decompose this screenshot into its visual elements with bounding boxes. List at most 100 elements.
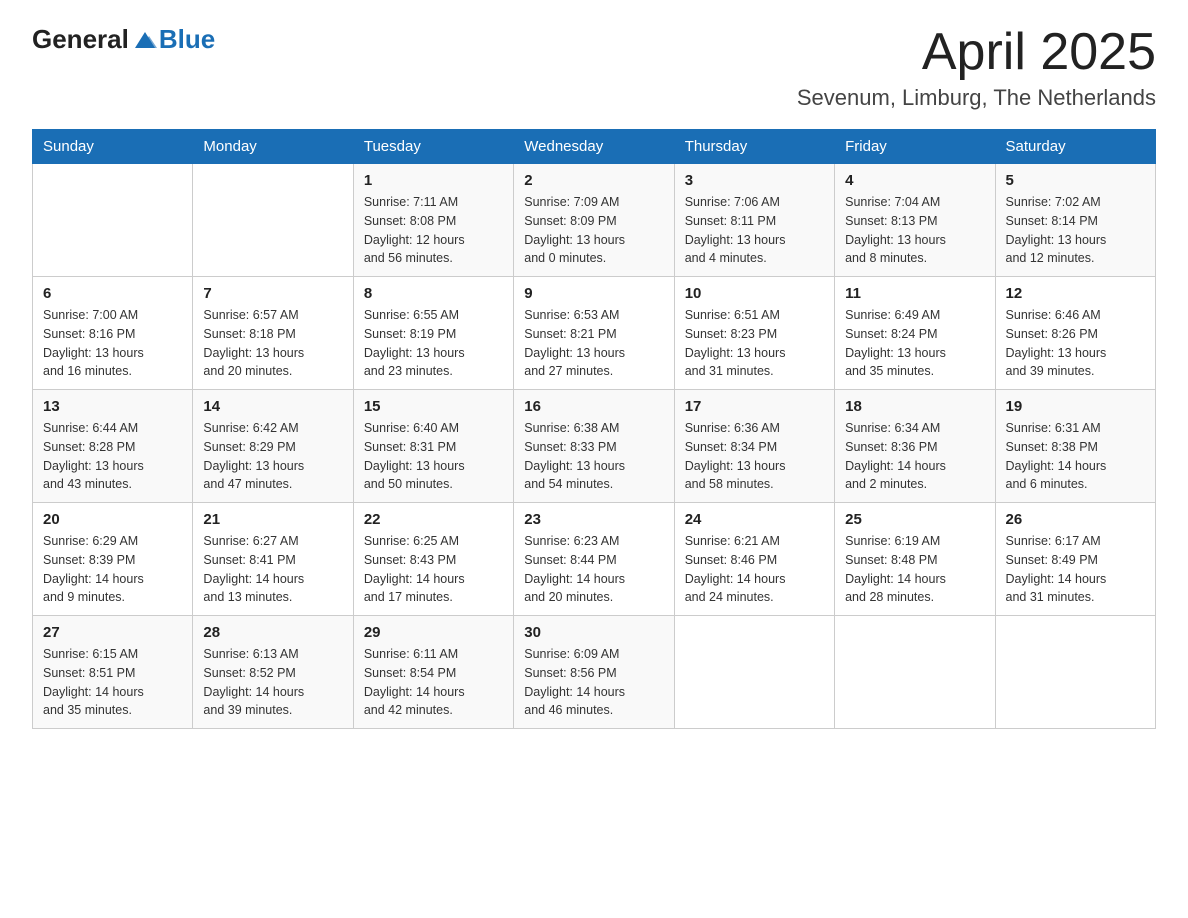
day-info: Sunrise: 6:25 AMSunset: 8:43 PMDaylight:… <box>364 532 503 607</box>
logo-general-text: General <box>32 24 129 55</box>
day-info: Sunrise: 6:38 AMSunset: 8:33 PMDaylight:… <box>524 419 663 494</box>
day-info: Sunrise: 6:13 AMSunset: 8:52 PMDaylight:… <box>203 645 342 720</box>
calendar-cell: 16 Sunrise: 6:38 AMSunset: 8:33 PMDayligh… <box>514 390 674 503</box>
day-number: 21 <box>203 511 342 528</box>
calendar-cell: 17 Sunrise: 6:36 AMSunset: 8:34 PMDayligh… <box>674 390 834 503</box>
calendar-header-friday: Friday <box>835 130 995 164</box>
day-info: Sunrise: 6:21 AMSunset: 8:46 PMDaylight:… <box>685 532 824 607</box>
day-number: 16 <box>524 398 663 415</box>
calendar-cell: 7 Sunrise: 6:57 AMSunset: 8:18 PMDaylight… <box>193 277 353 390</box>
calendar-cell: 5 Sunrise: 7:02 AMSunset: 8:14 PMDaylight… <box>995 164 1155 277</box>
calendar-cell: 2 Sunrise: 7:09 AMSunset: 8:09 PMDaylight… <box>514 164 674 277</box>
day-number: 20 <box>43 511 182 528</box>
day-number: 6 <box>43 285 182 302</box>
day-number: 3 <box>685 172 824 189</box>
calendar-header-wednesday: Wednesday <box>514 130 674 164</box>
calendar-cell: 1 Sunrise: 7:11 AMSunset: 8:08 PMDaylight… <box>353 164 513 277</box>
calendar-cell: 10 Sunrise: 6:51 AMSunset: 8:23 PMDayligh… <box>674 277 834 390</box>
day-info: Sunrise: 6:51 AMSunset: 8:23 PMDaylight:… <box>685 306 824 381</box>
calendar-cell <box>835 616 995 729</box>
day-info: Sunrise: 6:29 AMSunset: 8:39 PMDaylight:… <box>43 532 182 607</box>
calendar-header-saturday: Saturday <box>995 130 1155 164</box>
day-info: Sunrise: 7:00 AMSunset: 8:16 PMDaylight:… <box>43 306 182 381</box>
day-number: 11 <box>845 285 984 302</box>
day-info: Sunrise: 6:31 AMSunset: 8:38 PMDaylight:… <box>1006 419 1145 494</box>
day-info: Sunrise: 6:17 AMSunset: 8:49 PMDaylight:… <box>1006 532 1145 607</box>
day-number: 28 <box>203 624 342 641</box>
calendar-cell: 13 Sunrise: 6:44 AMSunset: 8:28 PMDayligh… <box>33 390 193 503</box>
calendar-week-row: 27Sunrise: 6:15 AMSunset: 8:51 PMDayligh… <box>33 616 1156 729</box>
day-number: 22 <box>364 511 503 528</box>
calendar-cell <box>995 616 1155 729</box>
logo: General Blue <box>32 24 215 55</box>
calendar-cell: 15Sunrise: 6:40 AMSunset: 8:31 PMDayligh… <box>353 390 513 503</box>
day-number: 10 <box>685 285 824 302</box>
day-number: 25 <box>845 511 984 528</box>
calendar-cell: 12Sunrise: 6:46 AMSunset: 8:26 PMDayligh… <box>995 277 1155 390</box>
calendar-cell: 28 Sunrise: 6:13 AMSunset: 8:52 PMDayligh… <box>193 616 353 729</box>
day-number: 5 <box>1006 172 1145 189</box>
calendar-header-monday: Monday <box>193 130 353 164</box>
day-info: Sunrise: 6:49 AMSunset: 8:24 PMDaylight:… <box>845 306 984 381</box>
day-number: 17 <box>685 398 824 415</box>
calendar-cell: 4Sunrise: 7:04 AMSunset: 8:13 PMDaylight… <box>835 164 995 277</box>
day-info: Sunrise: 7:09 AMSunset: 8:09 PMDaylight:… <box>524 193 663 268</box>
logo-blue-text: Blue <box>159 24 215 55</box>
calendar-cell: 27Sunrise: 6:15 AMSunset: 8:51 PMDayligh… <box>33 616 193 729</box>
day-info: Sunrise: 6:11 AMSunset: 8:54 PMDaylight:… <box>364 645 503 720</box>
day-number: 29 <box>364 624 503 641</box>
day-number: 7 <box>203 285 342 302</box>
day-number: 2 <box>524 172 663 189</box>
day-number: 8 <box>364 285 503 302</box>
day-info: Sunrise: 6:09 AMSunset: 8:56 PMDaylight:… <box>524 645 663 720</box>
day-info: Sunrise: 6:34 AMSunset: 8:36 PMDaylight:… <box>845 419 984 494</box>
day-info: Sunrise: 7:04 AMSunset: 8:13 PMDaylight:… <box>845 193 984 268</box>
day-info: Sunrise: 7:02 AMSunset: 8:14 PMDaylight:… <box>1006 193 1145 268</box>
page-subtitle: Sevenum, Limburg, The Netherlands <box>797 85 1156 111</box>
calendar-cell: 19 Sunrise: 6:31 AMSunset: 8:38 PMDayligh… <box>995 390 1155 503</box>
day-info: Sunrise: 6:36 AMSunset: 8:34 PMDaylight:… <box>685 419 824 494</box>
day-number: 18 <box>845 398 984 415</box>
calendar-header-row: SundayMondayTuesdayWednesdayThursdayFrid… <box>33 130 1156 164</box>
day-info: Sunrise: 7:06 AMSunset: 8:11 PMDaylight:… <box>685 193 824 268</box>
calendar-cell: 24 Sunrise: 6:21 AMSunset: 8:46 PMDayligh… <box>674 503 834 616</box>
day-info: Sunrise: 6:57 AMSunset: 8:18 PMDaylight:… <box>203 306 342 381</box>
day-info: Sunrise: 6:44 AMSunset: 8:28 PMDaylight:… <box>43 419 182 494</box>
day-info: Sunrise: 6:15 AMSunset: 8:51 PMDaylight:… <box>43 645 182 720</box>
calendar-cell: 30Sunrise: 6:09 AMSunset: 8:56 PMDayligh… <box>514 616 674 729</box>
calendar-cell: 21Sunrise: 6:27 AMSunset: 8:41 PMDayligh… <box>193 503 353 616</box>
day-number: 24 <box>685 511 824 528</box>
calendar-week-row: 1 Sunrise: 7:11 AMSunset: 8:08 PMDaylight… <box>33 164 1156 277</box>
day-number: 23 <box>524 511 663 528</box>
day-number: 12 <box>1006 285 1145 302</box>
day-info: Sunrise: 6:42 AMSunset: 8:29 PMDaylight:… <box>203 419 342 494</box>
calendar-cell <box>674 616 834 729</box>
calendar-header-thursday: Thursday <box>674 130 834 164</box>
day-number: 19 <box>1006 398 1145 415</box>
day-number: 13 <box>43 398 182 415</box>
page-header: General Blue April 2025 Sevenum, Limburg… <box>32 24 1156 111</box>
calendar-week-row: 6 Sunrise: 7:00 AMSunset: 8:16 PMDaylight… <box>33 277 1156 390</box>
calendar-cell <box>33 164 193 277</box>
day-info: Sunrise: 6:40 AMSunset: 8:31 PMDaylight:… <box>364 419 503 494</box>
day-number: 9 <box>524 285 663 302</box>
calendar-cell: 11 Sunrise: 6:49 AMSunset: 8:24 PMDayligh… <box>835 277 995 390</box>
calendar-cell: 9Sunrise: 6:53 AMSunset: 8:21 PMDaylight… <box>514 277 674 390</box>
day-number: 1 <box>364 172 503 189</box>
day-number: 14 <box>203 398 342 415</box>
calendar-cell: 20 Sunrise: 6:29 AMSunset: 8:39 PMDayligh… <box>33 503 193 616</box>
calendar-cell: 6 Sunrise: 7:00 AMSunset: 8:16 PMDaylight… <box>33 277 193 390</box>
calendar-cell: 25Sunrise: 6:19 AMSunset: 8:48 PMDayligh… <box>835 503 995 616</box>
calendar-header-sunday: Sunday <box>33 130 193 164</box>
calendar-cell: 29 Sunrise: 6:11 AMSunset: 8:54 PMDayligh… <box>353 616 513 729</box>
calendar-cell: 8Sunrise: 6:55 AMSunset: 8:19 PMDaylight… <box>353 277 513 390</box>
calendar-cell <box>193 164 353 277</box>
day-info: Sunrise: 7:11 AMSunset: 8:08 PMDaylight:… <box>364 193 503 268</box>
calendar-cell: 18 Sunrise: 6:34 AMSunset: 8:36 PMDayligh… <box>835 390 995 503</box>
calendar-cell: 14 Sunrise: 6:42 AMSunset: 8:29 PMDayligh… <box>193 390 353 503</box>
calendar-header-tuesday: Tuesday <box>353 130 513 164</box>
calendar-week-row: 20 Sunrise: 6:29 AMSunset: 8:39 PMDayligh… <box>33 503 1156 616</box>
calendar-table: SundayMondayTuesdayWednesdayThursdayFrid… <box>32 129 1156 729</box>
calendar-cell: 23Sunrise: 6:23 AMSunset: 8:44 PMDayligh… <box>514 503 674 616</box>
calendar-cell: 3 Sunrise: 7:06 AMSunset: 8:11 PMDaylight… <box>674 164 834 277</box>
